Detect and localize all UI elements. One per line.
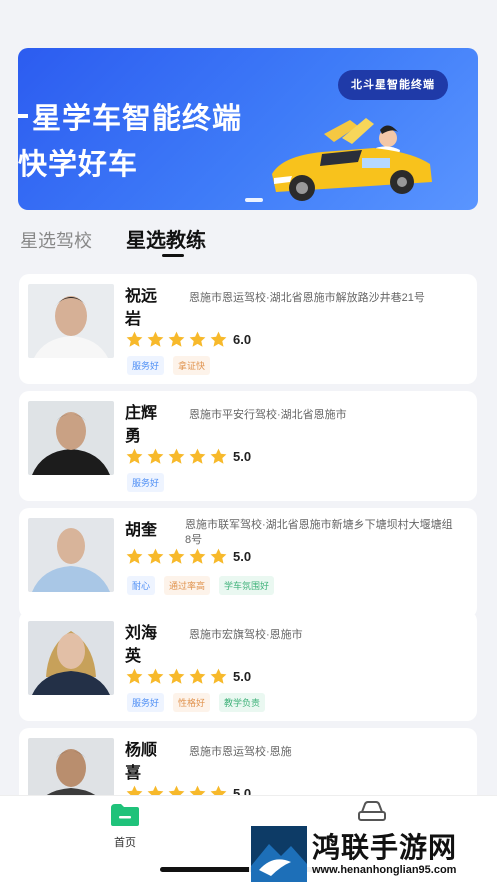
coach-photo — [28, 518, 114, 592]
star-icon — [147, 668, 164, 684]
coach-tag: 拿证快 — [173, 356, 211, 375]
coach-name: 胡奎 — [125, 522, 158, 539]
carousel-indicator[interactable] — [245, 198, 263, 202]
car-illustration-icon — [272, 118, 432, 201]
coach-tag: 性格好 — [173, 693, 211, 712]
coach-tags: 服务好 — [127, 473, 165, 492]
coach-tags: 服务好 拿证快 — [127, 356, 211, 375]
coach-rating: 5.0 — [125, 547, 251, 566]
coach-tags: 耐心 通过率高 学车氛围好 — [127, 576, 275, 595]
coach-school: 恩施市恩运驾校·恩施 — [189, 746, 292, 758]
coach-tag: 服务好 — [127, 473, 165, 492]
banner-badge: 北斗星智能终端 — [338, 70, 448, 100]
tab-coaches-label: 星选教练 — [126, 230, 206, 252]
watermark: 鸿联手游网 www.henanhonglian95.com — [249, 824, 497, 883]
coach-school: 恩施市联军驾校·湖北省恩施市新塘乡下塘坝村大堰塘组8号 — [185, 519, 453, 546]
home-icon — [111, 804, 139, 826]
coach-tag: 耐心 — [127, 576, 156, 595]
banner-headline: 星学车智能终端 — [32, 103, 243, 135]
coach-rating: 6.0 — [125, 330, 251, 349]
star-icon — [189, 448, 206, 464]
nav-home-label: 首页 — [114, 837, 136, 849]
coach-school: 恩施市恩运驾校·湖北省恩施市解放路沙井巷21号 — [189, 292, 425, 304]
star-icon — [126, 331, 143, 347]
watermark-url: www.henanhonglian95.com — [312, 864, 457, 876]
coach-tags: 服务好 性格好 教学负责 — [127, 693, 266, 712]
star-icon — [168, 668, 185, 684]
coach-tag: 服务好 — [127, 693, 165, 712]
coach-score: 5.0 — [233, 549, 252, 564]
watermark-logo-icon — [251, 826, 307, 882]
coach-card[interactable]: 祝远岩 恩施市恩运驾校·湖北省恩施市解放路沙井巷21号 6.0 服务好 拿证快 — [19, 274, 477, 384]
star-icon — [168, 548, 185, 564]
coach-name: 庄辉勇 — [125, 405, 158, 445]
star-icon — [147, 331, 164, 347]
coach-card[interactable]: 刘海英 恩施市宏旗驾校·恩施市 5.0 服务好 性格好 教学负责 — [19, 611, 477, 721]
star-icon — [147, 548, 164, 564]
coach-card[interactable]: 胡奎 恩施市联军驾校·湖北省恩施市新塘乡下塘坝村大堰塘组8号 5.0 耐心 通过… — [19, 508, 477, 618]
tab-driving-schools[interactable]: 星选驾校 — [20, 227, 92, 253]
promo-banner[interactable]: 北斗星智能终端 星学车智能终端 快学好车 — [18, 48, 478, 210]
star-icon — [210, 331, 227, 347]
carousel-dot[interactable] — [245, 198, 263, 202]
coach-card[interactable]: 庄辉勇 恩施市平安行驾校·湖北省恩施市 5.0 服务好 — [19, 391, 477, 501]
banner-subheadline: 快学好车 — [18, 149, 139, 181]
star-icon — [189, 668, 206, 684]
star-icon — [168, 448, 185, 464]
coach-score: 5.0 — [233, 449, 252, 464]
category-tabs: 星选驾校 星选教练 — [20, 224, 240, 257]
watermark-title: 鸿联手游网 — [312, 832, 458, 863]
coach-tag: 服务好 — [127, 356, 165, 375]
coach-tag: 学车氛围好 — [219, 576, 275, 595]
active-tab-indicator — [162, 254, 184, 257]
star-icon — [189, 548, 206, 564]
star-icon — [189, 331, 206, 347]
star-icon — [168, 331, 185, 347]
coach-photo — [28, 401, 114, 475]
tab-coaches[interactable]: 星选教练 — [126, 224, 206, 257]
coach-score: 6.0 — [233, 332, 252, 347]
star-icon — [147, 448, 164, 464]
star-icon — [210, 448, 227, 464]
banner-dash — [18, 114, 28, 118]
coach-photo — [28, 621, 114, 695]
coach-name: 刘海英 — [125, 625, 158, 665]
coach-rating: 5.0 — [125, 447, 251, 466]
coach-photo — [28, 284, 114, 358]
coach-tag: 通过率高 — [164, 576, 211, 595]
coach-school: 恩施市宏旗驾校·恩施市 — [189, 629, 303, 641]
car-icon — [358, 801, 386, 821]
coach-name: 杨顺喜 — [125, 742, 158, 782]
coach-name: 祝远岩 — [125, 288, 158, 328]
coach-rating: 5.0 — [125, 667, 251, 686]
star-icon — [126, 668, 143, 684]
star-icon — [126, 448, 143, 464]
coach-score: 5.0 — [233, 669, 252, 684]
coach-school: 恩施市平安行驾校·湖北省恩施市 — [189, 409, 347, 421]
star-icon — [126, 548, 143, 564]
nav-home[interactable]: 首页 — [108, 802, 142, 850]
star-icon — [210, 668, 227, 684]
star-icon — [210, 548, 227, 564]
coach-tag: 教学负责 — [219, 693, 266, 712]
